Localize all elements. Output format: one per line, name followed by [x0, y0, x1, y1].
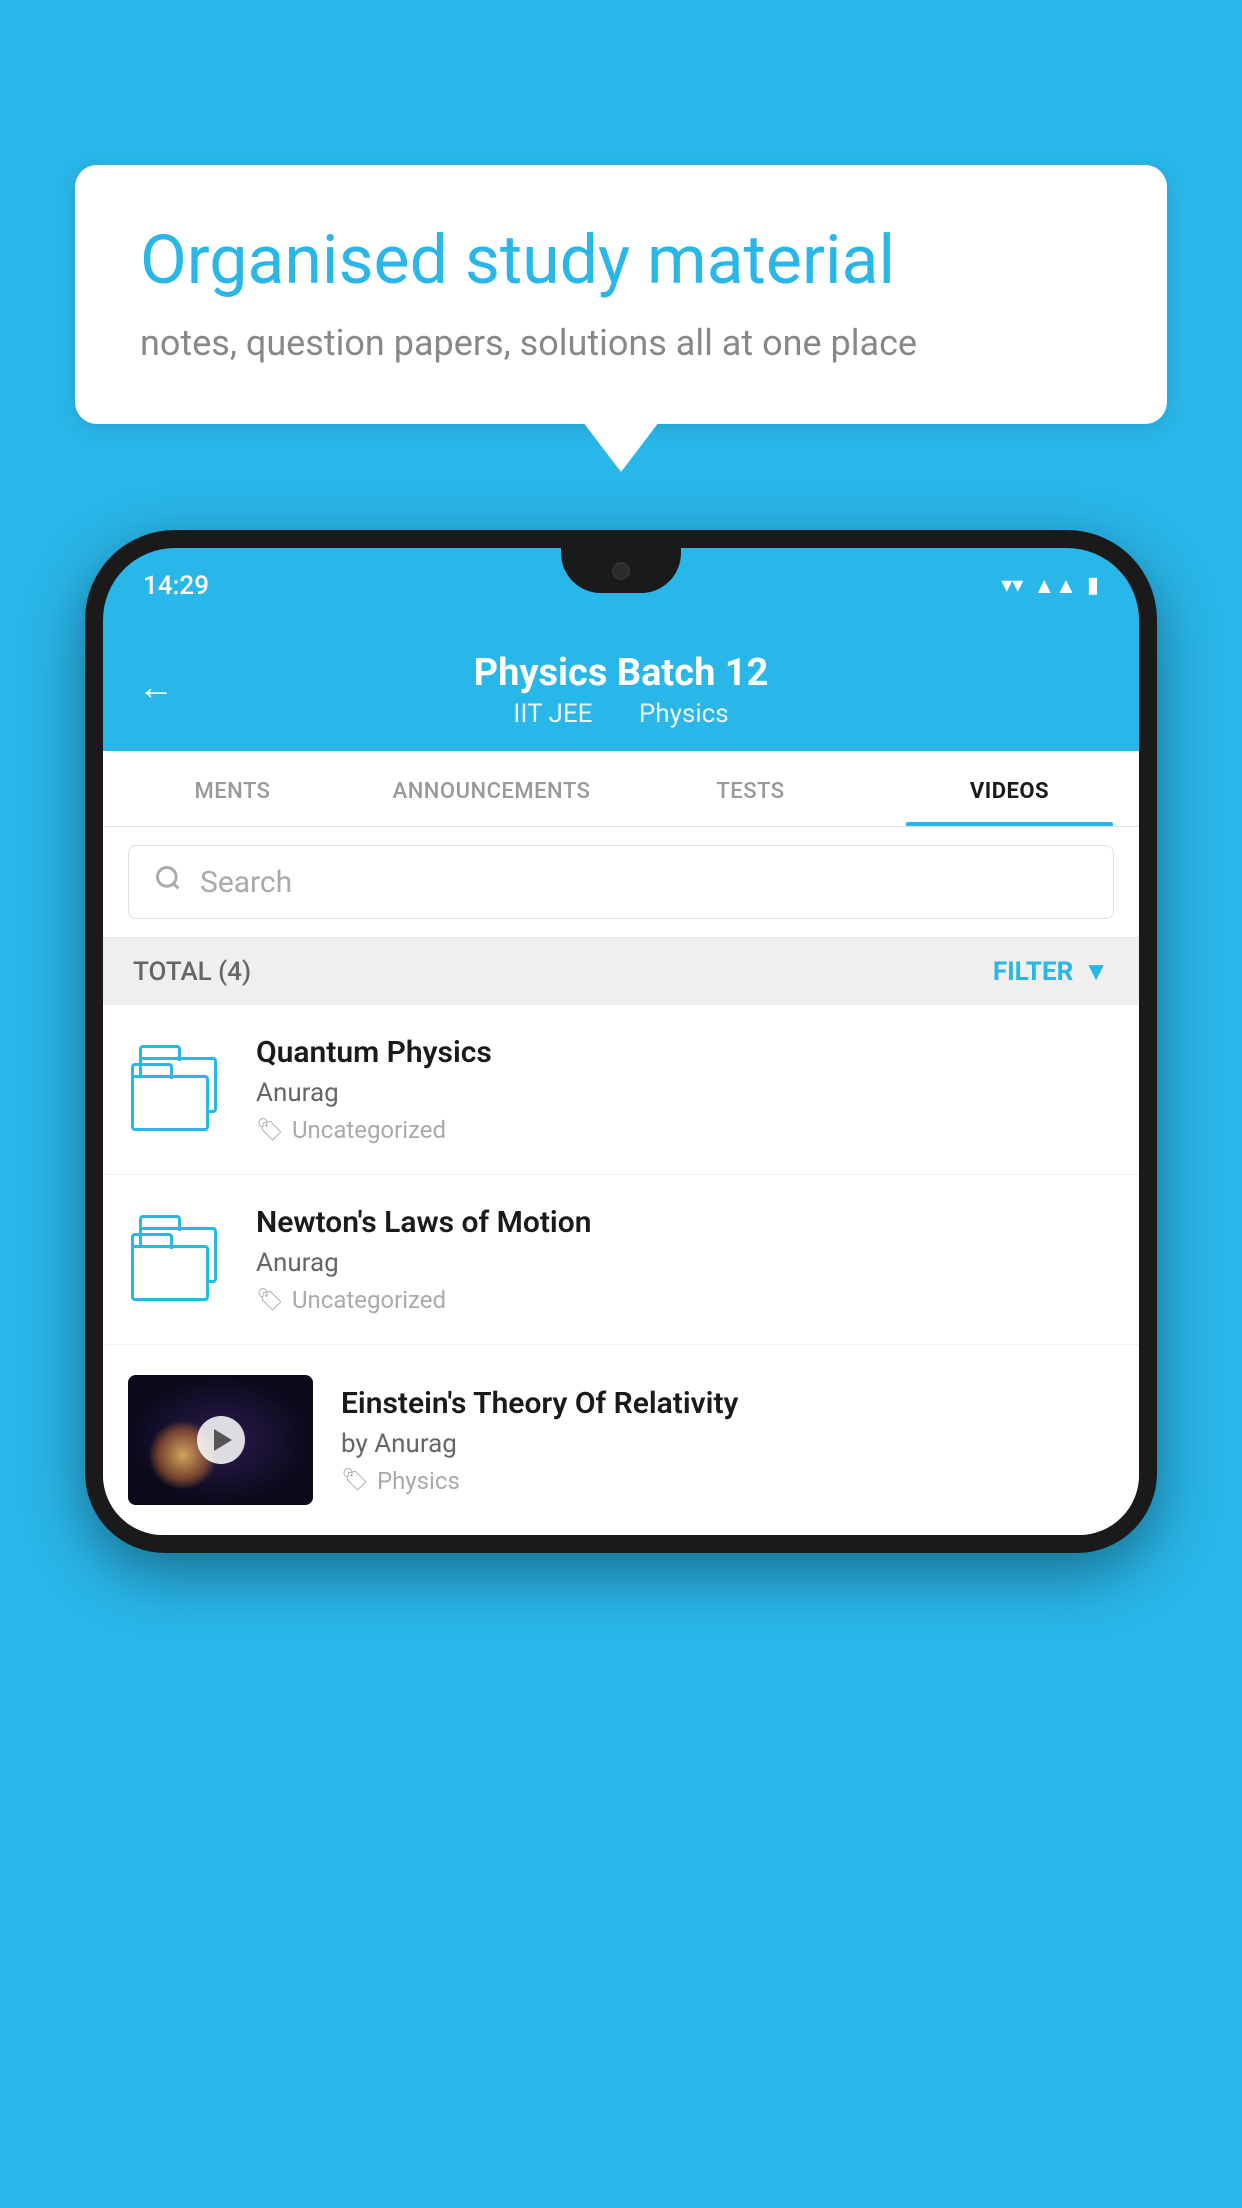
notch [561, 548, 681, 593]
video-thumb-1 [128, 1040, 228, 1140]
tag-icon: 🏷 [341, 1468, 369, 1493]
video-info-2: Newton's Laws of Motion Anurag 🏷 Uncateg… [256, 1205, 1114, 1314]
video-tag: 🏷 Physics [341, 1467, 1114, 1495]
status-icons: ▾▾ ▲▲ ▮ [1001, 573, 1099, 599]
list-item[interactable]: Newton's Laws of Motion Anurag 🏷 Uncateg… [103, 1175, 1139, 1345]
video-info-1: Quantum Physics Anurag 🏷 Uncategorized [256, 1035, 1114, 1144]
list-item[interactable]: Quantum Physics Anurag 🏷 Uncategorized [103, 1005, 1139, 1175]
play-button[interactable] [197, 1416, 245, 1464]
search-bar[interactable]: Search [128, 845, 1114, 919]
video-thumb-2 [128, 1210, 228, 1310]
subtitle-iitjee: IIT JEE [513, 699, 592, 729]
tab-videos[interactable]: VIDEOS [880, 751, 1139, 826]
search-icon [154, 864, 182, 900]
header-subtitle: IIT JEE Physics [143, 699, 1099, 729]
search-placeholder: Search [200, 865, 292, 900]
battery-icon: ▮ [1087, 573, 1099, 598]
tag-label: Uncategorized [292, 1286, 446, 1314]
tab-ments[interactable]: MENTS [103, 751, 362, 826]
filter-label: FILTER [993, 957, 1073, 987]
bubble-title: Organised study material [140, 220, 1102, 302]
folder-icon [131, 1045, 226, 1135]
folder-front [131, 1063, 209, 1131]
wifi-icon: ▾▾ [1001, 573, 1023, 598]
video-info-3: Einstein's Theory Of Relativity by Anura… [341, 1386, 1114, 1495]
phone-mockup: 14:29 ▾▾ ▲▲ ▮ ← Physics Batch 12 IIT JEE… [85, 530, 1157, 2208]
video-tag: 🏷 Uncategorized [256, 1116, 1114, 1144]
camera-dot [612, 562, 630, 580]
tag-label: Uncategorized [292, 1116, 446, 1144]
subtitle-physics: Physics [639, 699, 729, 729]
video-author: Anurag [256, 1078, 1114, 1108]
list-item[interactable]: Einstein's Theory Of Relativity by Anura… [103, 1345, 1139, 1535]
total-count: TOTAL (4) [133, 957, 251, 987]
folder-icon [131, 1215, 226, 1305]
app-header: ← Physics Batch 12 IIT JEE Physics [103, 623, 1139, 751]
tab-tests[interactable]: TESTS [621, 751, 880, 826]
video-list: Quantum Physics Anurag 🏷 Uncategorized [103, 1005, 1139, 1535]
tag-label: Physics [377, 1467, 460, 1495]
filter-button[interactable]: FILTER ▼ [993, 956, 1109, 987]
folder-front [131, 1233, 209, 1301]
video-author: by Anurag [341, 1429, 1114, 1459]
video-title: Einstein's Theory Of Relativity [341, 1386, 1114, 1421]
video-title: Quantum Physics [256, 1035, 1114, 1070]
back-button[interactable]: ← [138, 666, 174, 708]
video-tag: 🏷 Uncategorized [256, 1286, 1114, 1314]
filter-bar: TOTAL (4) FILTER ▼ [103, 938, 1139, 1005]
header-title: Physics Batch 12 [143, 651, 1099, 695]
status-time: 14:29 [143, 571, 209, 601]
phone-outer: 14:29 ▾▾ ▲▲ ▮ ← Physics Batch 12 IIT JEE… [85, 530, 1157, 1553]
tag-icon: 🏷 [256, 1288, 284, 1313]
tabs-bar: MENTS ANNOUNCEMENTS TESTS VIDEOS [103, 751, 1139, 827]
play-icon [214, 1429, 232, 1451]
tab-announcements[interactable]: ANNOUNCEMENTS [362, 751, 621, 826]
phone-screen: ← Physics Batch 12 IIT JEE Physics MENTS… [103, 623, 1139, 1535]
status-bar: 14:29 ▾▾ ▲▲ ▮ [103, 548, 1139, 623]
search-container: Search [103, 827, 1139, 938]
video-thumbnail-3 [128, 1375, 313, 1505]
bubble-subtitle: notes, question papers, solutions all at… [140, 322, 1102, 364]
video-title: Newton's Laws of Motion [256, 1205, 1114, 1240]
tag-icon: 🏷 [256, 1118, 284, 1143]
signal-icon: ▲▲ [1033, 573, 1077, 599]
speech-bubble: Organised study material notes, question… [75, 165, 1167, 424]
video-author: Anurag [256, 1248, 1114, 1278]
filter-icon: ▼ [1083, 956, 1109, 987]
